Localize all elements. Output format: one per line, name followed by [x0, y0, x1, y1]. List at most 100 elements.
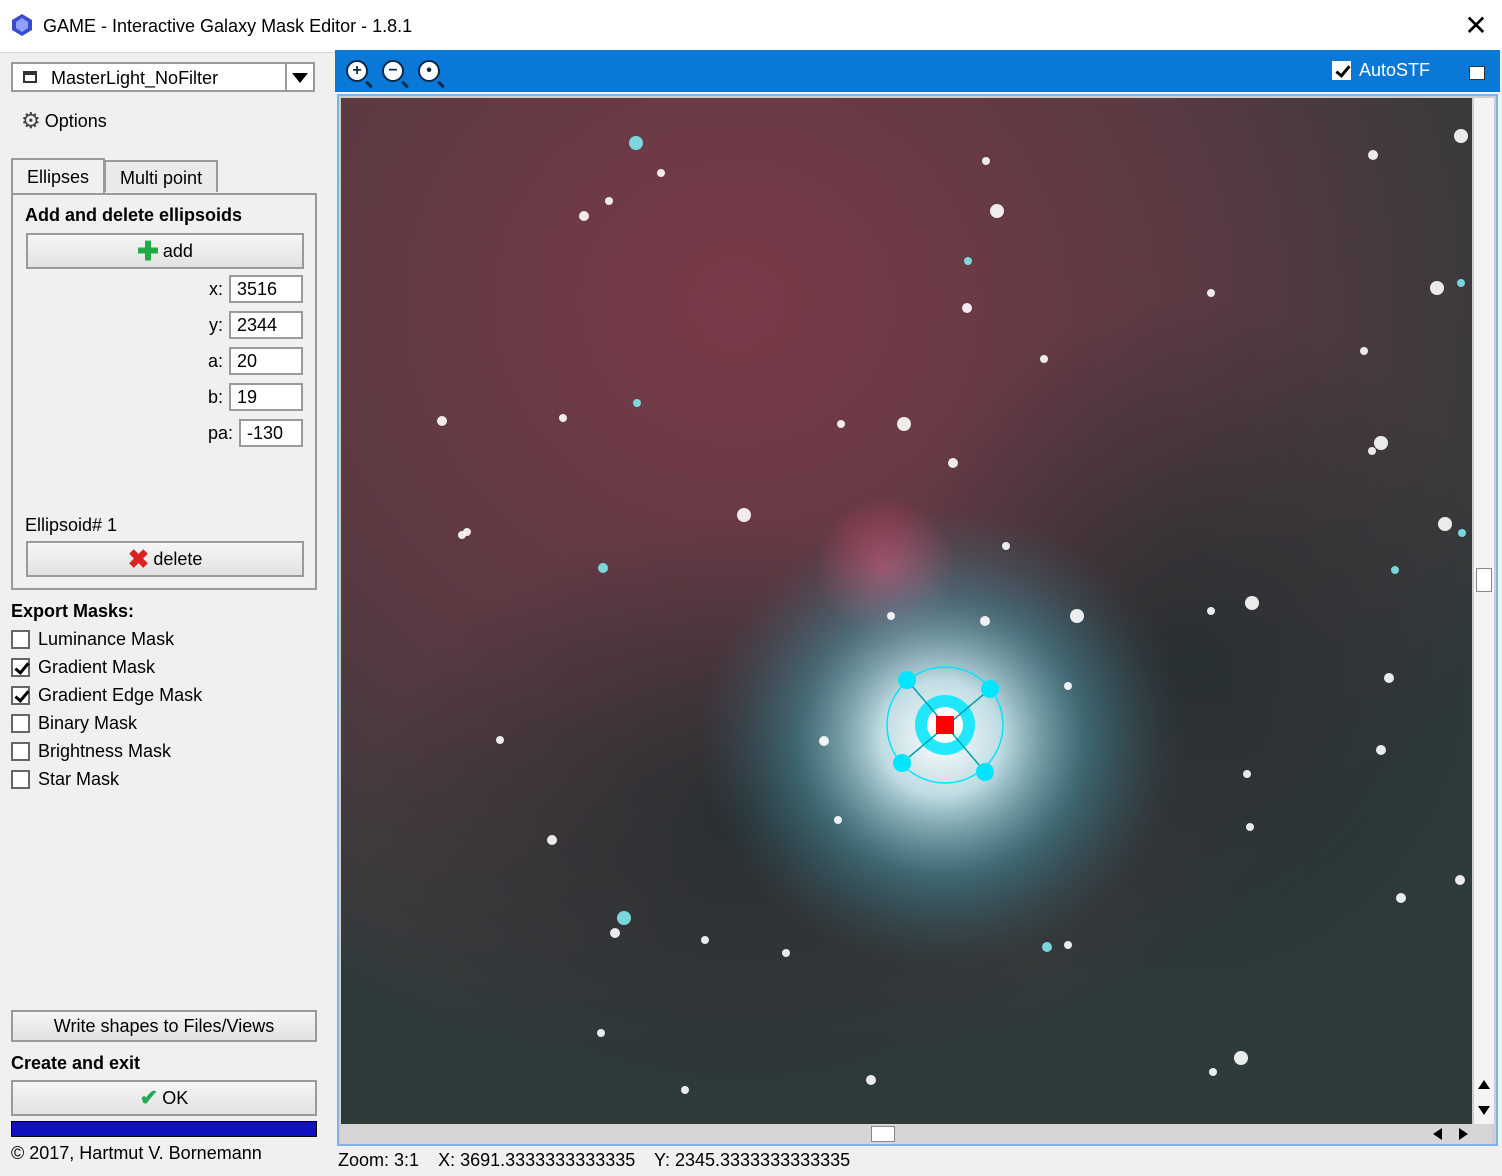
star	[1002, 542, 1010, 550]
left-panel: MasterLight_NoFilter ⚙ Options Ellipses …	[0, 53, 330, 1176]
zoom-fit-icon[interactable]: •	[418, 60, 440, 82]
scroll-down-icon[interactable]	[1478, 1106, 1490, 1115]
star	[657, 169, 665, 177]
gradient-mask-checkbox[interactable]: Gradient Mask	[11, 657, 155, 678]
zoom-out-icon[interactable]: −	[382, 60, 404, 82]
ellipse-handle[interactable]	[898, 671, 916, 689]
star	[834, 816, 842, 824]
options-button[interactable]: ⚙ Options	[21, 110, 107, 132]
pa-field[interactable]	[239, 419, 303, 447]
checkbox-label: Gradient Edge Mask	[38, 685, 203, 705]
star	[1454, 129, 1468, 143]
autostf-checkbox[interactable]: AutoSTF	[1332, 60, 1430, 81]
tab-ellipses[interactable]: Ellipses	[11, 158, 106, 194]
star	[701, 936, 709, 944]
delete-ellipse-button[interactable]: ✖ delete	[26, 541, 304, 577]
star	[1438, 517, 1452, 531]
write-shapes-button[interactable]: Write shapes to Files/Views	[11, 1010, 317, 1042]
copyright-text: © 2017, Hartmut V. Bornemann	[11, 1143, 262, 1163]
star	[1064, 682, 1072, 690]
star	[962, 303, 972, 313]
b-field[interactable]	[229, 383, 303, 411]
checkbox-checked-icon	[1332, 61, 1351, 80]
star	[681, 1086, 689, 1094]
star	[964, 257, 972, 265]
ellipse-handle[interactable]	[976, 763, 994, 781]
vertical-scrollbar[interactable]	[1474, 98, 1494, 1124]
checkbox-checked-icon	[11, 686, 30, 705]
x-field[interactable]	[229, 275, 303, 303]
ok-button[interactable]: ✔ OK	[11, 1080, 317, 1116]
star	[1207, 607, 1215, 615]
horizontal-scroll-thumb[interactable]	[871, 1126, 895, 1142]
star	[837, 420, 845, 428]
scroll-left-icon[interactable]	[1433, 1128, 1442, 1140]
window-icon	[23, 71, 37, 83]
close-window-button[interactable]: ✕	[1458, 8, 1494, 44]
b-field-row: b:	[208, 383, 303, 411]
plus-icon: ✚	[137, 236, 159, 266]
add-ellipse-button[interactable]: ✚ add	[26, 233, 304, 269]
vertical-scroll-thumb[interactable]	[1476, 568, 1492, 592]
star	[617, 911, 631, 925]
view-selector-dropdown[interactable]: MasterLight_NoFilter	[11, 62, 315, 92]
star	[990, 204, 1004, 218]
star	[1430, 281, 1444, 295]
star	[610, 928, 620, 938]
star	[597, 1029, 605, 1037]
star	[437, 416, 447, 426]
checkbox-label: Star Mask	[38, 769, 120, 789]
maximize-icon[interactable]	[1469, 66, 1485, 80]
y-field[interactable]	[229, 311, 303, 339]
pa-field-row: pa:	[208, 419, 303, 447]
tab-bar: Ellipses Multi point	[11, 158, 219, 194]
star	[1458, 529, 1466, 537]
star	[559, 414, 567, 422]
app-logo-icon	[12, 14, 32, 36]
star	[1243, 770, 1251, 778]
star	[1207, 289, 1215, 297]
status-bar: Zoom: 3:1 X: 3691.3333333333335 Y: 2345.…	[338, 1150, 864, 1171]
zoom-in-icon[interactable]: +	[346, 60, 368, 82]
chevron-down-icon[interactable]	[285, 64, 313, 90]
star	[819, 736, 829, 746]
star	[887, 612, 895, 620]
star	[1360, 347, 1368, 355]
star	[463, 528, 471, 536]
star	[1245, 596, 1259, 610]
ellipse-center-marker[interactable]	[936, 716, 954, 734]
binary-mask-checkbox[interactable]: Binary Mask	[11, 713, 137, 734]
astro-image-canvas[interactable]	[341, 98, 1472, 1124]
horizontal-scrollbar[interactable]	[341, 1124, 1492, 1144]
a-field[interactable]	[229, 347, 303, 375]
star	[1457, 279, 1465, 287]
gradient-edge-mask-checkbox[interactable]: Gradient Edge Mask	[11, 685, 202, 706]
image-viewer	[337, 94, 1498, 1146]
ellipse-handle[interactable]	[893, 754, 911, 772]
brightness-mask-checkbox[interactable]: Brightness Mask	[11, 741, 171, 762]
title-bar: GAME - Interactive Galaxy Mask Editor - …	[0, 0, 1502, 53]
tab-multi-point[interactable]: Multi point	[104, 160, 219, 192]
x-field-row: x:	[209, 275, 303, 303]
star	[982, 157, 990, 165]
checkbox-label: Binary Mask	[38, 713, 138, 733]
star	[496, 736, 504, 744]
scroll-up-icon[interactable]	[1478, 1080, 1490, 1089]
checkbox-label: Brightness Mask	[38, 741, 172, 761]
star	[1070, 609, 1084, 623]
ellipse-handle[interactable]	[981, 680, 999, 698]
star	[1042, 942, 1052, 952]
star	[737, 508, 751, 522]
y-field-row: y:	[209, 311, 303, 339]
checkbox-label: Luminance Mask	[38, 629, 175, 649]
star-mask-checkbox[interactable]: Star Mask	[11, 769, 119, 790]
star	[897, 417, 911, 431]
zoom-readout: Zoom: 3:1	[338, 1150, 420, 1170]
ok-label: OK	[162, 1087, 189, 1108]
star	[1374, 436, 1388, 450]
star	[598, 563, 608, 573]
scroll-right-icon[interactable]	[1459, 1128, 1468, 1140]
window-title: GAME - Interactive Galaxy Mask Editor - …	[43, 16, 413, 36]
autostf-label: AutoSTF	[1359, 60, 1431, 80]
luminance-mask-checkbox[interactable]: Luminance Mask	[11, 629, 174, 650]
